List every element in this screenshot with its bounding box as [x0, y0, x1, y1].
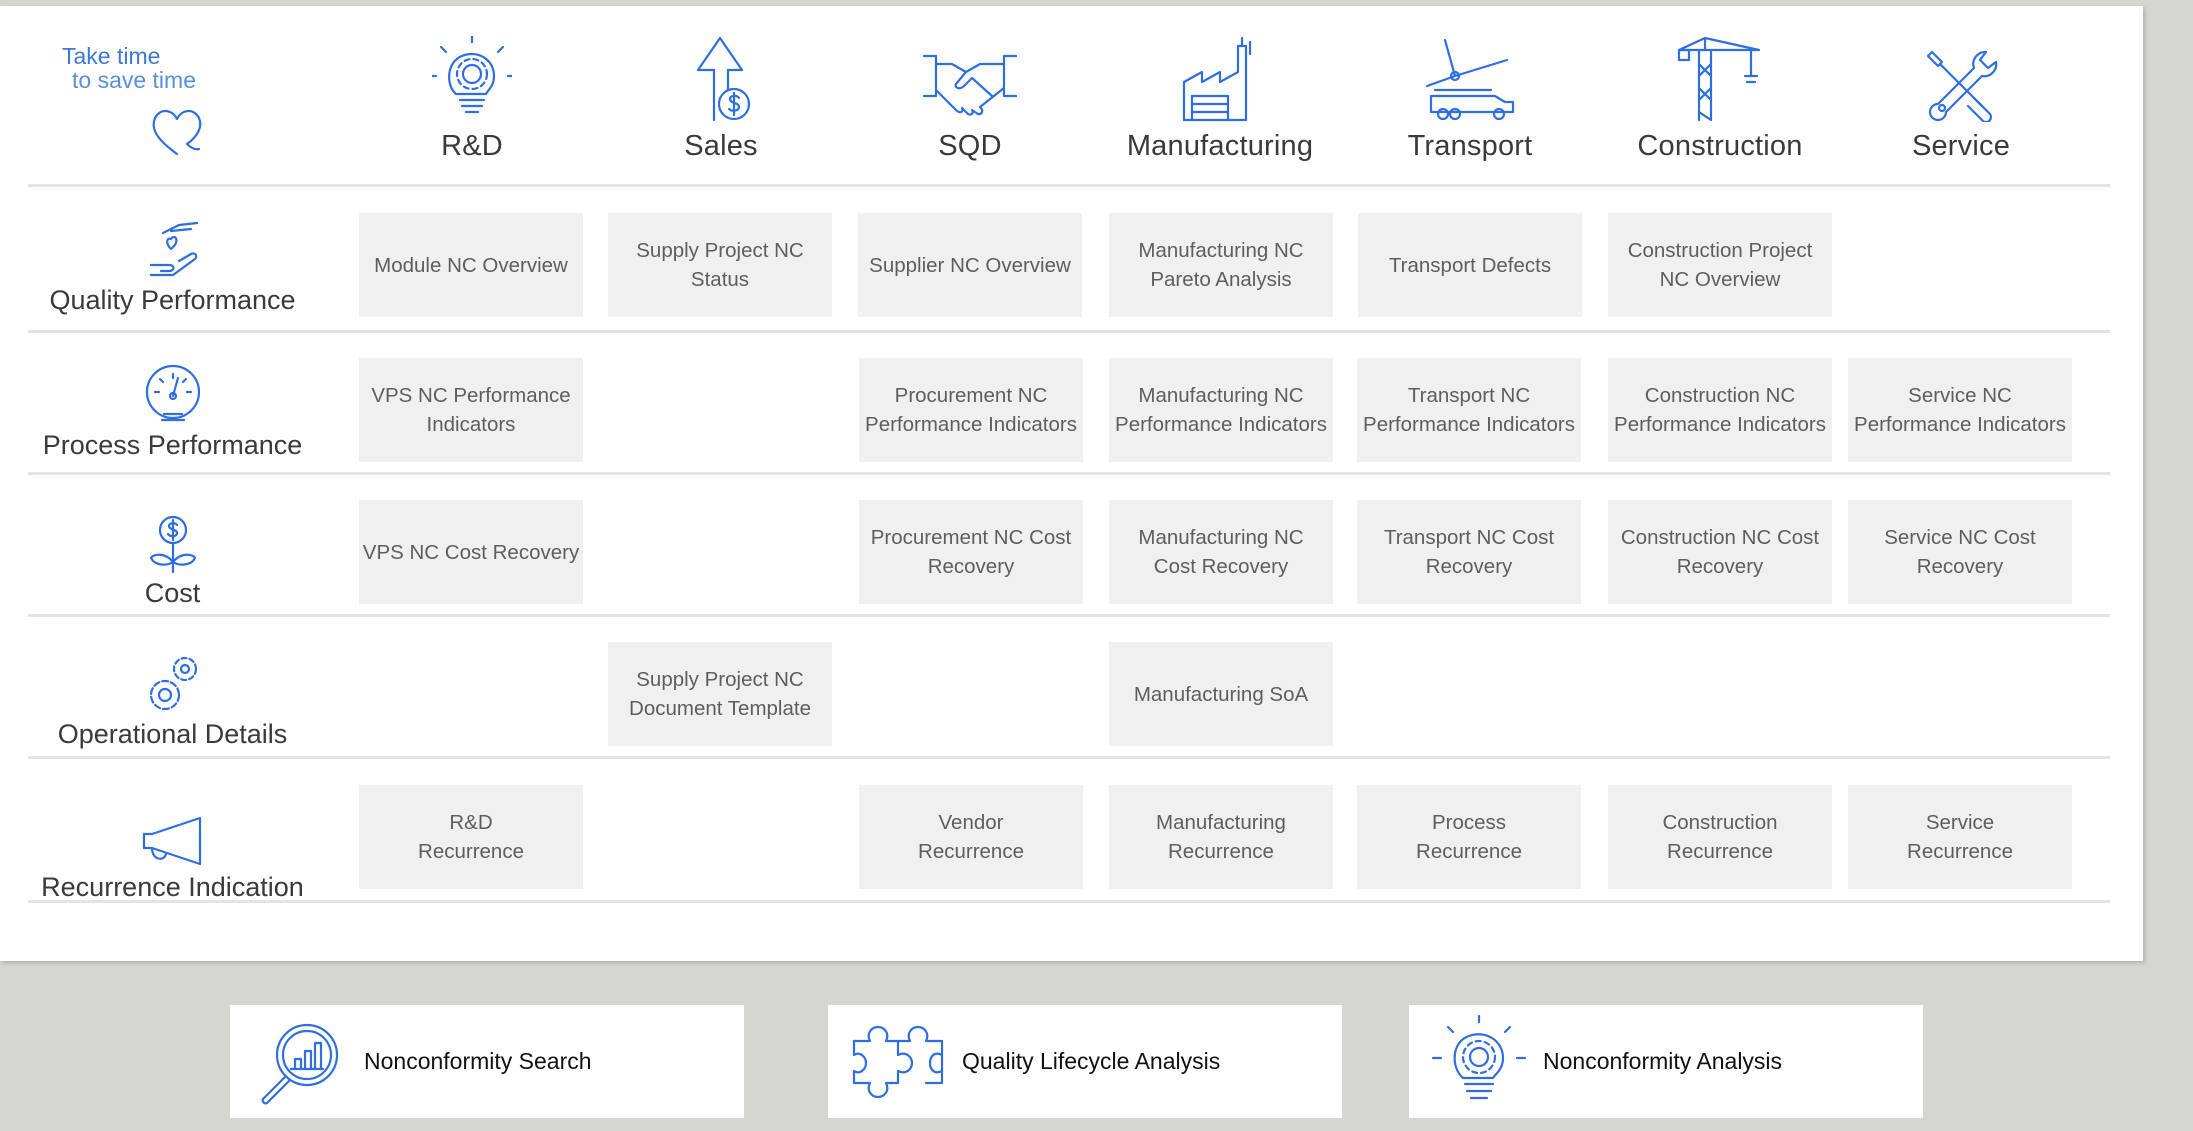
- column-header-sales[interactable]: Sales: [601, 26, 841, 163]
- row-header-recurrence-indication: Recurrence Indication: [30, 800, 315, 903]
- column-label: SQD: [938, 130, 1002, 162]
- speedometer-icon: [30, 358, 315, 426]
- row-label: Cost: [144, 578, 201, 608]
- column-label: Manufacturing: [1126, 130, 1314, 162]
- column-header-sqd[interactable]: SQD: [850, 26, 1090, 163]
- button-label: Nonconformity Analysis: [1543, 1048, 1783, 1074]
- heart-icon: [147, 104, 207, 159]
- row-divider: [28, 900, 2110, 903]
- tile-manufacturing-nc-pareto-analysis[interactable]: Manufacturing NC Pareto Analysis: [1109, 213, 1333, 317]
- gears-icon: [30, 647, 315, 715]
- tile-procurement-nc-performance-indicators[interactable]: Procurement NC Performance Indicators: [859, 358, 1083, 462]
- magnifier-chart-icon: [240, 1019, 360, 1105]
- puzzle-icon: [838, 1017, 958, 1107]
- hand-heart-icon: [30, 213, 315, 281]
- tile-construction-nc-cost-recovery[interactable]: Construction NC Cost Recovery: [1608, 500, 1832, 604]
- wrench-screwdriver-icon: [1841, 26, 2081, 122]
- row-label: Operational Details: [57, 719, 288, 749]
- tile-transport-defects[interactable]: Transport Defects: [1358, 213, 1582, 317]
- tile-module-nc-overview[interactable]: Module NC Overview: [359, 213, 583, 317]
- row-divider: [28, 614, 2110, 617]
- column-header-service[interactable]: Service: [1841, 26, 2081, 163]
- factory-icon: [1100, 26, 1340, 122]
- tile-construction-recurrence[interactable]: Construction Recurrence: [1608, 785, 1832, 889]
- tagline: Take time to save time: [62, 44, 196, 92]
- row-header-cost: Cost: [30, 506, 315, 609]
- tile-rd-recurrence[interactable]: R&D Recurrence: [359, 785, 583, 889]
- tile-transport-nc-performance-indicators[interactable]: Transport NC Performance Indicators: [1357, 358, 1581, 462]
- column-header-manufacturing[interactable]: Manufacturing: [1100, 26, 1340, 163]
- row-header-process-performance: Process Performance: [30, 358, 315, 461]
- tile-service-recurrence[interactable]: Service Recurrence: [1848, 785, 2072, 889]
- column-header-construction[interactable]: Construction: [1600, 26, 1840, 163]
- row-divider: [28, 472, 2110, 475]
- row-label: Quality Performance: [49, 285, 296, 315]
- tagline-line-2: to save time: [72, 67, 196, 93]
- crane-icon: [1600, 26, 1840, 122]
- row-label: Recurrence Indication: [41, 872, 304, 902]
- tile-service-nc-performance-indicators[interactable]: Service NC Performance Indicators: [1848, 358, 2072, 462]
- button-label: Quality Lifecycle Analysis: [962, 1048, 1221, 1074]
- column-header-transport[interactable]: Transport: [1350, 26, 1590, 163]
- row-divider: [28, 184, 2110, 187]
- tile-supply-project-nc-document-template[interactable]: Supply Project NC Document Template: [608, 642, 832, 746]
- column-label: Transport: [1407, 130, 1533, 162]
- tile-manufacturing-soa[interactable]: Manufacturing SoA: [1109, 642, 1333, 746]
- tile-manufacturing-recurrence[interactable]: Manufacturing Recurrence: [1109, 785, 1333, 889]
- column-header-rd[interactable]: R&D: [352, 26, 592, 163]
- button-label: Nonconformity Search: [364, 1048, 592, 1074]
- row-header-operational-details: Operational Details: [30, 647, 315, 750]
- nonconformity-analysis-button[interactable]: Nonconformity Analysis: [1409, 1005, 1923, 1118]
- arrow-up-dollar-icon: [601, 26, 841, 122]
- tile-supply-project-nc-status[interactable]: Supply Project NC Status: [608, 213, 832, 317]
- handshake-icon: [850, 26, 1090, 122]
- tile-vps-nc-performance-indicators[interactable]: VPS NC Performance Indicators: [359, 358, 583, 462]
- column-label: Construction: [1637, 130, 1803, 162]
- column-label: R&D: [441, 130, 503, 162]
- tile-service-nc-cost-recovery[interactable]: Service NC Cost Recovery: [1848, 500, 2072, 604]
- column-label: Service: [1911, 130, 2011, 162]
- money-plant-icon: [30, 506, 315, 574]
- tile-procurement-nc-cost-recovery[interactable]: Procurement NC Cost Recovery: [859, 500, 1083, 604]
- tile-supplier-nc-overview[interactable]: Supplier NC Overview: [858, 213, 1082, 317]
- tile-vps-nc-cost-recovery[interactable]: VPS NC Cost Recovery: [359, 500, 583, 604]
- tile-construction-project-nc-overview[interactable]: Construction Project NC Overview: [1608, 213, 1832, 317]
- megaphone-icon: [30, 800, 315, 868]
- nonconformity-search-button[interactable]: Nonconformity Search: [230, 1005, 744, 1118]
- tile-transport-nc-cost-recovery[interactable]: Transport NC Cost Recovery: [1357, 500, 1581, 604]
- tile-construction-nc-performance-indicators[interactable]: Construction NC Performance Indicators: [1608, 358, 1832, 462]
- tile-manufacturing-nc-performance-indicators[interactable]: Manufacturing NC Performance Indicators: [1109, 358, 1333, 462]
- row-divider: [28, 330, 2110, 333]
- column-label: Sales: [684, 130, 758, 162]
- quality-lifecycle-analysis-button[interactable]: Quality Lifecycle Analysis: [828, 1005, 1342, 1118]
- row-label: Process Performance: [42, 430, 303, 460]
- gear-lightbulb-icon: [1419, 1014, 1539, 1110]
- tagline-line-1: Take time: [62, 43, 161, 69]
- tile-vendor-recurrence[interactable]: Vendor Recurrence: [859, 785, 1083, 889]
- dashboard-card: Take time to save time R&D Sales SQD Man…: [0, 6, 2143, 961]
- wind-turbine-truck-icon: [1350, 26, 1590, 122]
- tile-process-recurrence[interactable]: Process Recurrence: [1357, 785, 1581, 889]
- row-header-quality-performance: Quality Performance: [30, 213, 315, 316]
- gear-lightbulb-icon: [352, 26, 592, 122]
- row-divider: [28, 756, 2110, 759]
- tile-manufacturing-nc-cost-recovery[interactable]: Manufacturing NC Cost Recovery: [1109, 500, 1333, 604]
